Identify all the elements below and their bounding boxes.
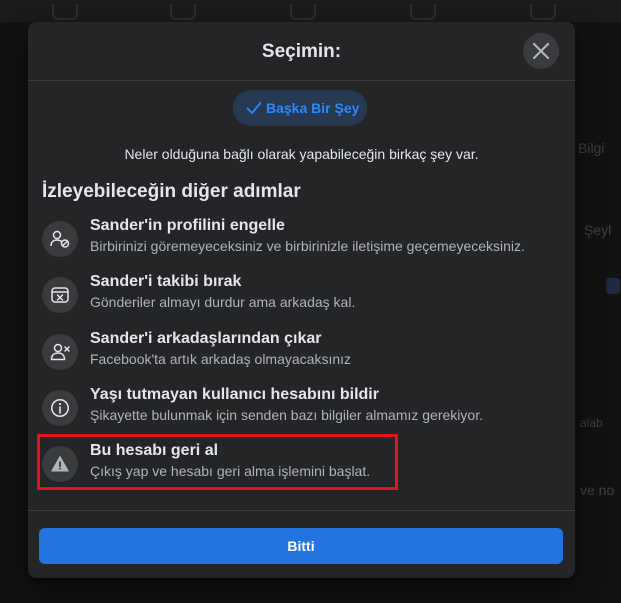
action-description: Gönderiler almayı durdur ama arkadaş kal… [90,294,356,310]
action-icon-wrap [42,446,78,482]
background-chip [606,278,620,294]
action-icon-wrap [42,277,78,313]
close-icon [532,42,550,60]
background-text: alab [580,416,603,430]
action-icon-wrap [42,221,78,257]
action-title: Bu hesabı geri al [90,442,219,459]
action-title: Yaşı tutmayan kullanıcı hesabını bildir [90,386,379,403]
background-text: Şeyl [584,222,612,238]
unfriend-icon [50,343,70,361]
action-unfollow[interactable]: Sander'i takibi bırak Gönderiler almayı … [42,272,562,318]
check-icon [246,102,262,114]
action-title: Sander'i arkadaşlarından çıkar [90,330,322,347]
dialog-header: Seçimin: [28,22,575,81]
warning-icon [51,456,69,472]
friends-icon [170,4,196,20]
block-user-icon [50,230,70,248]
action-description: Facebook'ta artık arkadaş olmayacaksınız [90,351,352,367]
action-recover-account[interactable]: Bu hesabı geri al Çıkış yap ve hesabı ge… [42,441,562,487]
action-title: Sander'in profilini engelle [90,217,285,234]
report-dialog: Seçimin: Başka Bir Şey Neler olduğuna ba… [28,22,575,578]
action-icon-wrap [42,334,78,370]
action-unfriend[interactable]: Sander'i arkadaşlarından çıkar Facebook'… [42,329,562,375]
info-icon [51,399,69,417]
unfollow-icon [51,287,69,303]
action-title: Sander'i takibi bırak [90,273,242,290]
action-report-underage[interactable]: Yaşı tutmayan kullanıcı hesabını bildir … [42,385,562,431]
done-button[interactable]: Bitti [39,528,563,564]
selected-choice-label: Başka Bir Şey [266,100,360,116]
section-title: İzleyebileceğin diğer adımlar [42,181,301,202]
marketplace-icon [410,4,436,20]
footer-divider [28,510,575,511]
dialog-title: Seçimin: [261,41,342,62]
action-description: Birbirinizi göremeyeceksiniz ve birbirin… [90,238,525,254]
action-block-profile[interactable]: Sander'in profilini engelle Birbirinizi … [42,216,562,262]
close-button[interactable] [523,33,559,69]
watch-icon [290,4,316,20]
selected-choice-pill: Başka Bir Şey [233,90,367,126]
home-icon [52,4,78,20]
groups-icon [530,4,556,20]
background-navbar [0,0,621,22]
background-text: ve no [580,482,615,498]
background-text: Bilgi [578,140,605,156]
intro-text: Neler olduğuna bağlı olarak yapabileceği… [124,146,479,162]
action-icon-wrap [42,390,78,426]
action-description: Çıkış yap ve hesabı geri alma işlemini b… [90,463,371,479]
action-description: Şikayette bulunmak için senden bazı bilg… [90,407,483,423]
